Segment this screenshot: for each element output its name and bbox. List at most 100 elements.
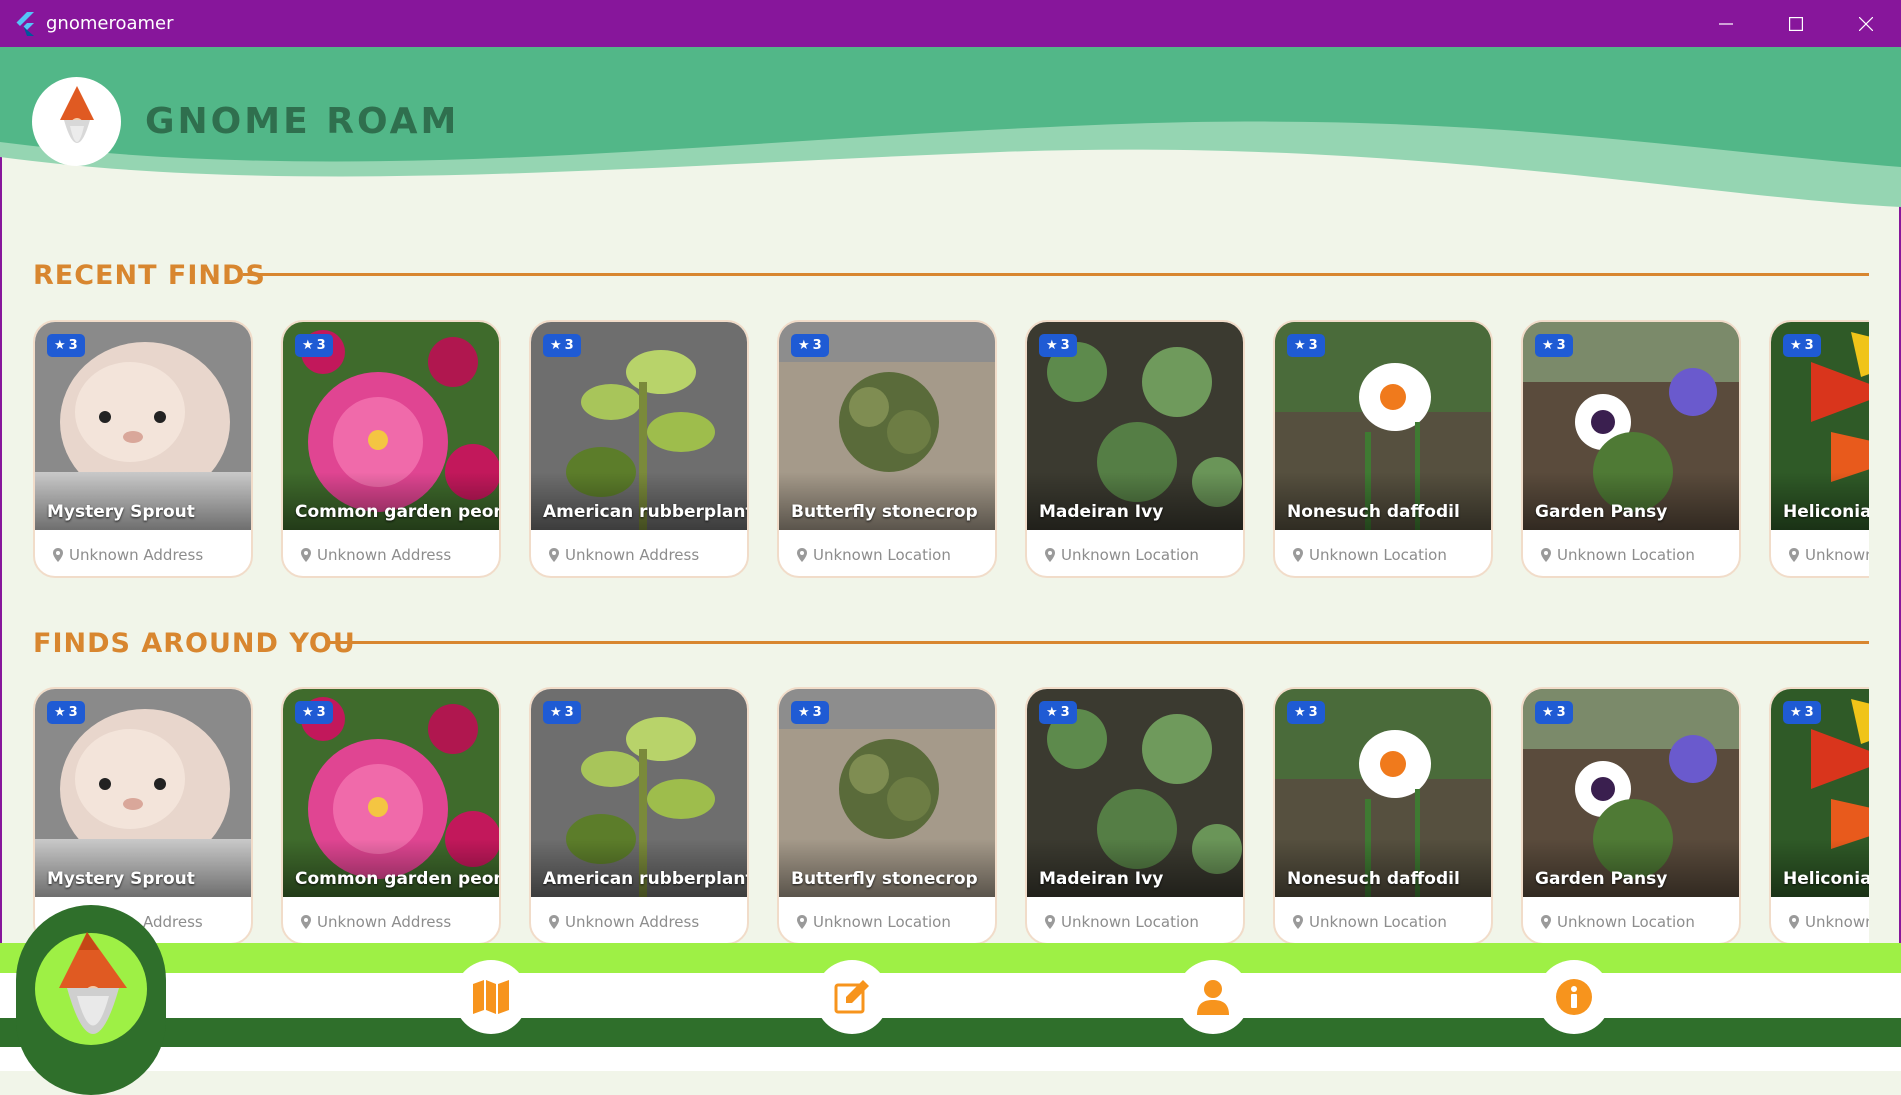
rating-value: 3 — [1060, 338, 1070, 353]
find-name: Nonesuch daffodil — [1287, 869, 1460, 889]
bottom-nav-footer — [0, 1047, 1901, 1071]
find-card[interactable]: ★ 3 Nonesuch daffodil Unknown Location — [1273, 320, 1493, 578]
rating-badge: ★ 3 — [1535, 334, 1573, 357]
find-card[interactable]: ★ 3 Madeiran Ivy Unknown Location — [1025, 320, 1245, 578]
rating-badge: ★ 3 — [543, 334, 581, 357]
edit-icon — [834, 980, 869, 1014]
recent-finds-row[interactable]: ★ 3 Mystery Sprout Unknown Address ★ 3 Com… — [33, 320, 1869, 582]
nav-info-button[interactable] — [1537, 960, 1611, 1034]
find-card[interactable]: ★ 3 Madeiran Ivy Unknown Location — [1025, 687, 1245, 945]
find-name: Butterfly stonecrop — [791, 502, 978, 522]
find-card[interactable]: ★3 Heliconia m Unknown — [1769, 687, 1869, 945]
find-card[interactable]: ★ 3 Common garden peony Unknown Address — [281, 320, 501, 578]
find-name: Nonesuch daffodil — [1287, 502, 1460, 522]
rating-badge: ★ 3 — [47, 334, 85, 357]
bottom-nav-bar — [0, 943, 1901, 973]
find-card[interactable]: ★ 3 Garden Pansy Unknown Location — [1521, 320, 1741, 578]
rating-badge: ★ 3 — [791, 701, 829, 724]
find-location: Unknown Location — [1045, 913, 1199, 931]
rating-value: 3 — [1804, 338, 1814, 353]
gnome-home-icon — [59, 932, 127, 1034]
find-location: Unknown Address — [549, 913, 699, 931]
location-text: Address — [143, 913, 203, 931]
rating-value: 3 — [1804, 705, 1814, 720]
star-icon: ★ — [798, 705, 810, 720]
find-card[interactable]: ★ 3 Mystery Sprout Address — [33, 687, 253, 945]
location-text: Unknown Location — [1061, 913, 1199, 931]
find-card[interactable]: ★ 3 American rubberplant Unknown Address — [529, 320, 749, 578]
find-name: Garden Pansy — [1535, 869, 1668, 889]
location-text: Unknown — [1805, 546, 1869, 564]
rating-value: 3 — [316, 705, 326, 720]
location-pin-icon — [1045, 915, 1055, 929]
find-card[interactable]: ★ 3 American rubberplant Unknown Address — [529, 687, 749, 945]
location-text: Unknown Location — [813, 913, 951, 931]
rating-badge: ★ 3 — [1783, 334, 1821, 357]
rating-value: 3 — [68, 338, 78, 353]
find-card[interactable]: ★ 3 Mystery Sprout Unknown Address — [33, 320, 253, 578]
rating-value: 3 — [812, 705, 822, 720]
star-icon: ★ — [550, 338, 562, 353]
find-card[interactable]: ★ 3 Common garden peony Unknown Address — [281, 687, 501, 945]
minimize-button[interactable] — [1691, 0, 1761, 47]
find-card[interactable]: ★3 Heliconia m Unknown — [1769, 320, 1869, 578]
nav-map-button[interactable] — [454, 960, 528, 1034]
star-icon: ★ — [54, 705, 66, 720]
location-pin-icon — [1541, 915, 1551, 929]
rating-badge: ★ 3 — [295, 334, 333, 357]
rating-value: 3 — [68, 705, 78, 720]
star-icon: ★ — [54, 338, 66, 353]
location-pin-icon — [1045, 548, 1055, 562]
section-title-finds-around-you: FINDS AROUND YOU — [33, 628, 356, 659]
location-text: Unknown Address — [565, 546, 700, 564]
info-icon — [1556, 979, 1592, 1015]
rating-badge: ★ 3 — [791, 334, 829, 357]
find-name: Madeiran Ivy — [1039, 502, 1164, 522]
location-pin-icon — [797, 548, 807, 562]
gnome-icon — [59, 85, 94, 143]
close-button[interactable] — [1831, 0, 1901, 47]
find-location: Address — [143, 913, 203, 931]
find-card[interactable]: ★ 3 Nonesuch daffodil Unknown Location — [1273, 687, 1493, 945]
location-pin-icon — [301, 915, 311, 929]
location-text: Unknown Location — [813, 546, 951, 564]
find-location: Unknown Address — [301, 913, 451, 931]
finds-around-you-row[interactable]: ★ 3 Mystery Sprout Address ★ 3 Common gard… — [33, 687, 1869, 949]
nav-edit-button[interactable] — [815, 960, 889, 1034]
rating-badge: ★ 3 — [295, 701, 333, 724]
star-icon: ★ — [1542, 705, 1554, 720]
location-text: Unknown Address — [317, 546, 452, 564]
flutter-logo-icon — [16, 12, 34, 36]
location-text: Unknown — [1805, 913, 1869, 931]
location-pin-icon — [549, 548, 559, 562]
location-pin-icon — [301, 548, 311, 562]
maximize-button[interactable] — [1761, 0, 1831, 47]
rating-badge: ★ 3 — [1783, 701, 1821, 724]
location-pin-icon — [549, 915, 559, 929]
star-icon: ★ — [798, 338, 810, 353]
location-text: Unknown Address — [317, 913, 452, 931]
location-text: Unknown Address — [69, 546, 204, 564]
find-card[interactable]: ★ 3 Garden Pansy Unknown Location — [1521, 687, 1741, 945]
star-icon: ★ — [1046, 705, 1058, 720]
find-card[interactable]: ★ 3 Butterfly stonecrop Unknown Location — [777, 687, 997, 945]
location-text: Unknown Location — [1557, 913, 1695, 931]
home-gnome-button[interactable] — [16, 905, 166, 1095]
nav-profile-button[interactable] — [1176, 960, 1250, 1034]
rating-value: 3 — [316, 338, 326, 353]
find-name: Heliconia m — [1783, 502, 1869, 522]
find-location: Unknown Location — [1293, 913, 1447, 931]
location-text: Unknown Location — [1061, 546, 1199, 564]
find-card[interactable]: ★ 3 Butterfly stonecrop Unknown Location — [777, 320, 997, 578]
location-text: Unknown Location — [1557, 546, 1695, 564]
close-icon — [1859, 16, 1873, 31]
rating-badge: ★ 3 — [1039, 334, 1077, 357]
rating-badge: ★ 3 — [1039, 701, 1077, 724]
section-divider — [243, 273, 1869, 276]
location-text: Unknown Address — [565, 913, 700, 931]
map-icon — [473, 980, 509, 1014]
maximize-icon — [1789, 16, 1803, 31]
find-name: American rubberplant — [543, 502, 749, 522]
find-location: Unknown — [1789, 913, 1869, 931]
find-location: Unknown Location — [1541, 546, 1695, 564]
